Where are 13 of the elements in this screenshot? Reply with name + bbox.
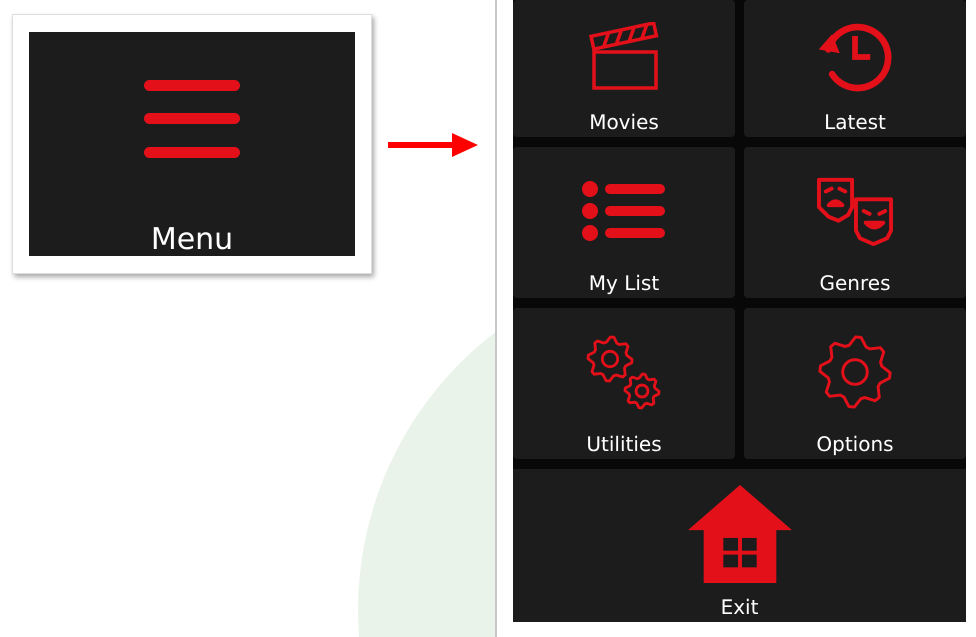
menu-button[interactable]: Menu [29,32,355,256]
hamburger-menu-icon [144,80,240,158]
menu-tile[interactable]: My List [513,147,735,298]
menu-tile[interactable]: Utilities [513,308,735,459]
list-icon [581,180,667,242]
menu-tile[interactable]: Latest [744,0,966,137]
gears-icon [585,334,663,410]
house-icon [686,483,794,585]
menu-tile[interactable]: Genres [744,147,966,298]
menu-tile[interactable]: Movies [513,0,735,137]
menu-tile[interactable]: Options [744,308,966,459]
gear-icon [816,333,894,411]
menu-tile[interactable]: Exit [513,469,966,622]
